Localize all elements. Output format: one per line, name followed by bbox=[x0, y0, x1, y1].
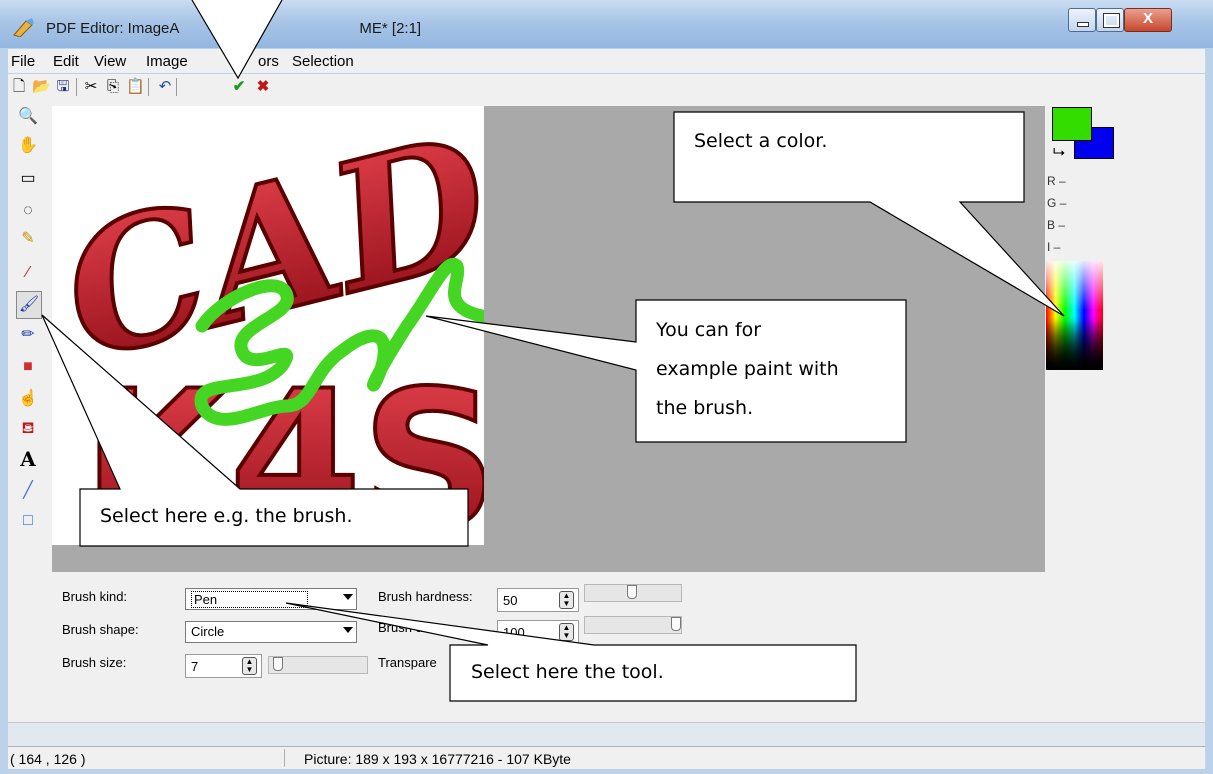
callout-color-text: Select a color. bbox=[694, 130, 828, 152]
callout-kind-text: Select here the tool. bbox=[471, 661, 664, 683]
callout-tool-text: Select here e.g. the brush. bbox=[100, 505, 353, 527]
callout-brush-text: You can for example paint with the brush… bbox=[656, 319, 839, 419]
callout-pointer-top bbox=[191, 0, 283, 80]
